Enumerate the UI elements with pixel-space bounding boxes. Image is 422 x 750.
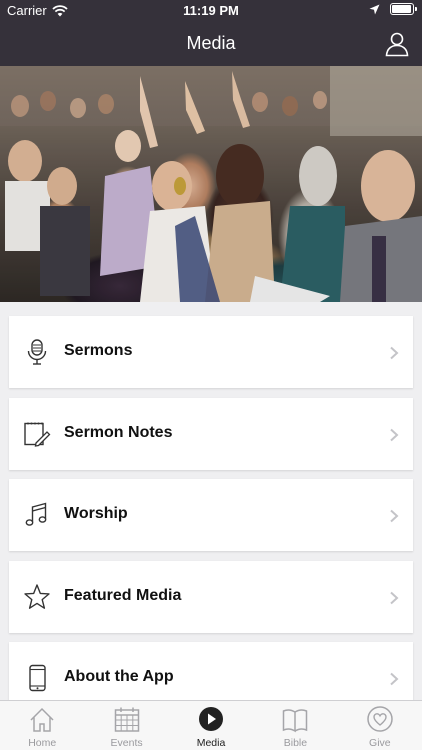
book-icon	[283, 709, 308, 733]
chevron-right-icon	[390, 509, 399, 523]
chevron-right-icon	[390, 346, 399, 360]
tab-give[interactable]: Give	[338, 701, 422, 750]
nav-header: Media	[0, 22, 422, 66]
microphone-icon	[27, 339, 47, 365]
tab-label: Events	[110, 737, 143, 749]
music-note-icon	[25, 502, 47, 526]
menu-item-label: Sermons	[64, 342, 133, 359]
menu-item-label: Sermon Notes	[64, 424, 173, 441]
menu-item-sermon-notes[interactable]: Sermon Notes	[9, 398, 413, 470]
home-icon	[30, 707, 54, 732]
tab-bible[interactable]: Bible	[253, 701, 337, 750]
tab-media[interactable]: Media	[169, 701, 253, 750]
tab-home[interactable]: Home	[0, 701, 84, 750]
phone-icon	[29, 664, 46, 692]
worship-crowd-image	[0, 66, 422, 302]
chevron-right-icon	[390, 591, 399, 605]
tab-bar: Home Events Media Bible Give	[0, 700, 422, 750]
tab-label: Home	[28, 737, 57, 749]
tab-label: Bible	[283, 737, 308, 749]
star-icon	[24, 584, 50, 609]
heart-icon	[367, 706, 393, 732]
clock: 11:19 PM	[183, 3, 239, 18]
menu-item-featured-media[interactable]: Featured Media	[9, 561, 413, 633]
notepad-pencil-icon	[24, 422, 51, 447]
menu-item-worship[interactable]: Worship	[9, 479, 413, 551]
tab-events[interactable]: Events	[84, 701, 168, 750]
status-bar: Carrier 11:19 PM	[0, 0, 422, 22]
calendar-icon	[114, 707, 139, 732]
play-icon	[199, 707, 224, 731]
page-title: Media	[186, 33, 236, 53]
tab-label: Give	[369, 737, 391, 749]
battery-icon	[390, 3, 417, 15]
location-arrow-icon	[369, 4, 380, 14]
chevron-right-icon	[390, 672, 399, 686]
status-right	[369, 3, 417, 15]
hero-image	[0, 66, 422, 302]
menu-item-label: Worship	[64, 505, 128, 522]
profile-icon[interactable]	[384, 31, 410, 57]
menu-item-label: About the App	[64, 668, 174, 685]
menu-item-label: Featured Media	[64, 587, 182, 604]
tab-label: Media	[196, 737, 226, 749]
menu-item-sermons[interactable]: Sermons	[9, 316, 413, 388]
chevron-right-icon	[390, 428, 399, 442]
